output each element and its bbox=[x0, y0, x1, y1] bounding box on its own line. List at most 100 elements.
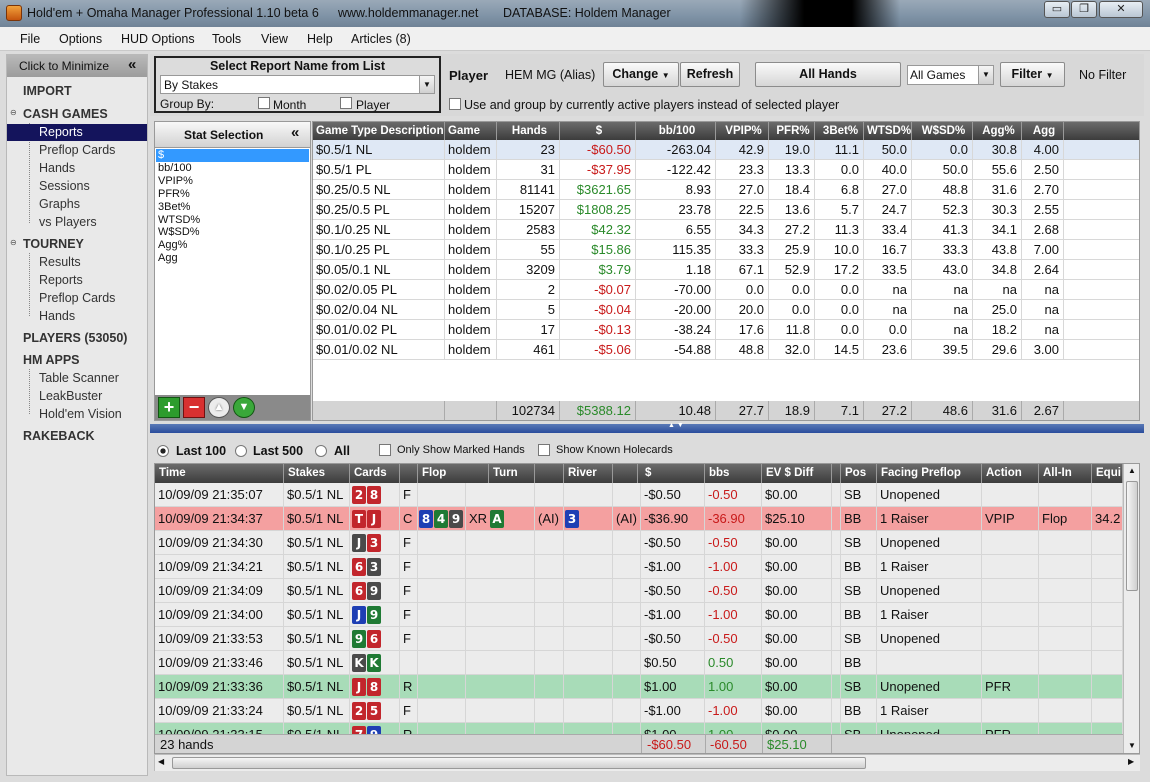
change-player-button[interactable]: Change ▼ bbox=[603, 62, 679, 87]
panel-splitter[interactable]: ▲ ▼ bbox=[150, 422, 1144, 433]
column-header[interactable]: EV $ Diff bbox=[762, 464, 832, 483]
column-header[interactable]: 3Bet% bbox=[815, 122, 864, 140]
nav-tourney-hands[interactable]: Hands bbox=[39, 309, 75, 323]
move-up-icon[interactable]: ▲ bbox=[208, 397, 230, 418]
hand-row[interactable]: 10/09/09 21:34:37 $0.5/1 NL T J C 8 4 9 XR A (AI) 3… bbox=[155, 507, 1123, 531]
table-row[interactable]: $0.25/0.5 PL holdem 15207 $1808.25 23.78 22.5… bbox=[313, 200, 1139, 220]
hand-row[interactable]: 10/09/09 21:34:30 $0.5/1 NL J 3 F -$0.50 -0.50… bbox=[155, 531, 1123, 555]
table-row[interactable]: $0.1/0.25 NL holdem 2583 $42.32 6.55 34.3 27.2… bbox=[313, 220, 1139, 240]
column-header[interactable]: PFR% bbox=[769, 122, 815, 140]
column-header[interactable]: Equi bbox=[1092, 464, 1123, 483]
marked-hands-checkbox[interactable] bbox=[379, 444, 391, 456]
column-header[interactable]: Agg bbox=[1022, 122, 1064, 140]
table-row[interactable]: $0.02/0.04 NL holdem 5 -$0.04 -20.00 20.0 0.0 0… bbox=[313, 300, 1139, 320]
scroll-up-icon[interactable]: ▲ bbox=[1128, 466, 1136, 475]
hand-row[interactable]: 10/09/09 21:33:36 $0.5/1 NL J 8 R $1.00 1.00 $0… bbox=[155, 675, 1123, 699]
hand-row[interactable]: 10/09/09 21:34:21 $0.5/1 NL 6 3 F -$1.00 -1.00… bbox=[155, 555, 1123, 579]
known-holecards-checkbox[interactable] bbox=[538, 444, 550, 456]
table-row[interactable]: $0.25/0.5 NL holdem 81141 $3621.65 8.93 27.0 1… bbox=[313, 180, 1139, 200]
stat-item[interactable]: $ bbox=[158, 149, 200, 162]
stat-item[interactable]: VPIP% bbox=[158, 175, 200, 188]
hand-row[interactable]: 10/09/09 21:34:00 $0.5/1 NL J 9 F -$1.00 -1.00… bbox=[155, 603, 1123, 627]
table-row[interactable]: $0.02/0.05 PL holdem 2 -$0.07 -70.00 0.0 0.0 0.… bbox=[313, 280, 1139, 300]
column-header[interactable]: WTSD% bbox=[864, 122, 912, 140]
scroll-down-icon[interactable]: ▼ bbox=[1128, 741, 1136, 750]
column-header[interactable]: Hands bbox=[497, 122, 560, 140]
stat-item[interactable]: bb/100 bbox=[158, 162, 200, 175]
table-row[interactable]: $0.01/0.02 NL holdem 461 -$5.06 -54.88 48.8 32… bbox=[313, 340, 1139, 360]
nav-cash-reports[interactable]: Reports bbox=[39, 125, 83, 139]
column-header[interactable]: Action bbox=[982, 464, 1039, 483]
stat-item[interactable]: Agg bbox=[158, 252, 200, 265]
group-by-month-checkbox[interactable] bbox=[258, 97, 270, 109]
table-row[interactable]: $0.5/1 NL holdem 23 -$60.50 -263.04 42.9 19.0 1… bbox=[313, 140, 1139, 160]
nav-cash-graphs[interactable]: Graphs bbox=[39, 197, 80, 211]
hand-row[interactable]: 10/09/09 21:33:53 $0.5/1 NL 9 6 F -$0.50 -0.50… bbox=[155, 627, 1123, 651]
collapse-icon[interactable]: « bbox=[291, 124, 299, 141]
hand-row[interactable]: 10/09/09 21:34:09 $0.5/1 NL 6 9 F -$0.50 -0.50… bbox=[155, 579, 1123, 603]
chevron-down-icon[interactable]: ▼ bbox=[419, 76, 434, 93]
menu-help[interactable]: Help bbox=[307, 32, 333, 46]
column-header[interactable]: Game Type Description bbox=[313, 122, 445, 140]
table-row[interactable]: $0.01/0.02 PL holdem 17 -$0.13 -38.24 17.6 11.… bbox=[313, 320, 1139, 340]
collapse-icon[interactable]: « bbox=[128, 56, 136, 73]
close-button[interactable]: ✕ bbox=[1099, 1, 1143, 18]
move-down-icon[interactable]: ▼ bbox=[233, 397, 255, 418]
scroll-left-icon[interactable]: ◀ bbox=[158, 757, 164, 766]
column-header[interactable]: VPIP% bbox=[716, 122, 769, 140]
refresh-button[interactable]: Refresh bbox=[680, 62, 740, 87]
chevron-down-icon[interactable]: ▼ bbox=[978, 66, 993, 84]
column-header[interactable]: Flop bbox=[418, 464, 489, 483]
nav-tourney[interactable]: TOURNEY bbox=[23, 237, 84, 251]
stat-item[interactable]: 3Bet% bbox=[158, 201, 200, 214]
nav-import[interactable]: IMPORT bbox=[23, 84, 72, 98]
vertical-scroll-thumb[interactable] bbox=[1126, 481, 1138, 591]
report-name-dropdown[interactable]: By Stakes ▼ bbox=[160, 75, 435, 94]
menu-articles[interactable]: Articles (8) bbox=[351, 32, 411, 46]
column-header[interactable]: Stakes bbox=[284, 464, 350, 483]
column-header[interactable]: bbs bbox=[705, 464, 762, 483]
column-header[interactable] bbox=[400, 464, 418, 483]
menu-hud-options[interactable]: HUD Options bbox=[121, 32, 195, 46]
column-header[interactable]: Agg% bbox=[973, 122, 1022, 140]
stat-item[interactable]: Agg% bbox=[158, 239, 200, 252]
column-header[interactable]: bb/100 bbox=[636, 122, 716, 140]
column-header[interactable]: River bbox=[564, 464, 613, 483]
scroll-right-icon[interactable]: ▶ bbox=[1128, 757, 1134, 766]
column-header[interactable]: W$SD% bbox=[912, 122, 973, 140]
last500-radio[interactable] bbox=[235, 445, 247, 457]
horizontal-scroll-thumb[interactable] bbox=[172, 757, 866, 769]
column-header[interactable]: Pos bbox=[841, 464, 877, 483]
nav-rakeback[interactable]: RAKEBACK bbox=[23, 429, 95, 443]
minimize-button[interactable]: ▭ bbox=[1044, 1, 1070, 18]
column-header[interactable]: Facing Preflop bbox=[877, 464, 982, 483]
menu-tools[interactable]: Tools bbox=[212, 32, 241, 46]
nav-leakbuster[interactable]: LeakBuster bbox=[39, 389, 102, 403]
nav-cash-sessions[interactable]: Sessions bbox=[39, 179, 90, 193]
column-header[interactable]: Turn bbox=[489, 464, 535, 483]
hand-row[interactable]: 10/09/09 21:33:24 $0.5/1 NL 2 5 F -$1.00 -1.00… bbox=[155, 699, 1123, 723]
nav-tourney-preflop-cards[interactable]: Preflop Cards bbox=[39, 291, 115, 305]
filter-button[interactable]: Filter ▼ bbox=[1000, 62, 1065, 87]
nav-players[interactable]: PLAYERS (53050) bbox=[23, 331, 127, 345]
table-row[interactable]: $0.1/0.25 PL holdem 55 $15.86 115.35 33.3 25.9… bbox=[313, 240, 1139, 260]
nav-cash-games[interactable]: CASH GAMES bbox=[23, 107, 108, 121]
column-header[interactable]: Time bbox=[155, 464, 284, 483]
menu-options[interactable]: Options bbox=[59, 32, 102, 46]
nav-tourney-results[interactable]: Results bbox=[39, 255, 81, 269]
column-header[interactable] bbox=[535, 464, 564, 483]
hands-vertical-scrollbar[interactable]: ▲ ▼ bbox=[1123, 464, 1139, 753]
all-hands-button[interactable]: All Hands bbox=[755, 62, 901, 87]
add-stat-icon[interactable]: + bbox=[158, 397, 180, 418]
stat-item[interactable]: W$SD% bbox=[158, 226, 200, 239]
nav-cash-preflop-cards[interactable]: Preflop Cards bbox=[39, 143, 115, 157]
nav-tourney-reports[interactable]: Reports bbox=[39, 273, 83, 287]
nav-table-scanner[interactable]: Table Scanner bbox=[39, 371, 119, 385]
nav-cash-hands[interactable]: Hands bbox=[39, 161, 75, 175]
menu-view[interactable]: View bbox=[261, 32, 288, 46]
column-header[interactable]: $ bbox=[560, 122, 636, 140]
column-header[interactable] bbox=[613, 464, 638, 483]
all-radio[interactable] bbox=[315, 445, 327, 457]
nav-hm-apps[interactable]: HM APPS bbox=[23, 353, 80, 367]
stat-item[interactable]: WTSD% bbox=[158, 214, 200, 227]
